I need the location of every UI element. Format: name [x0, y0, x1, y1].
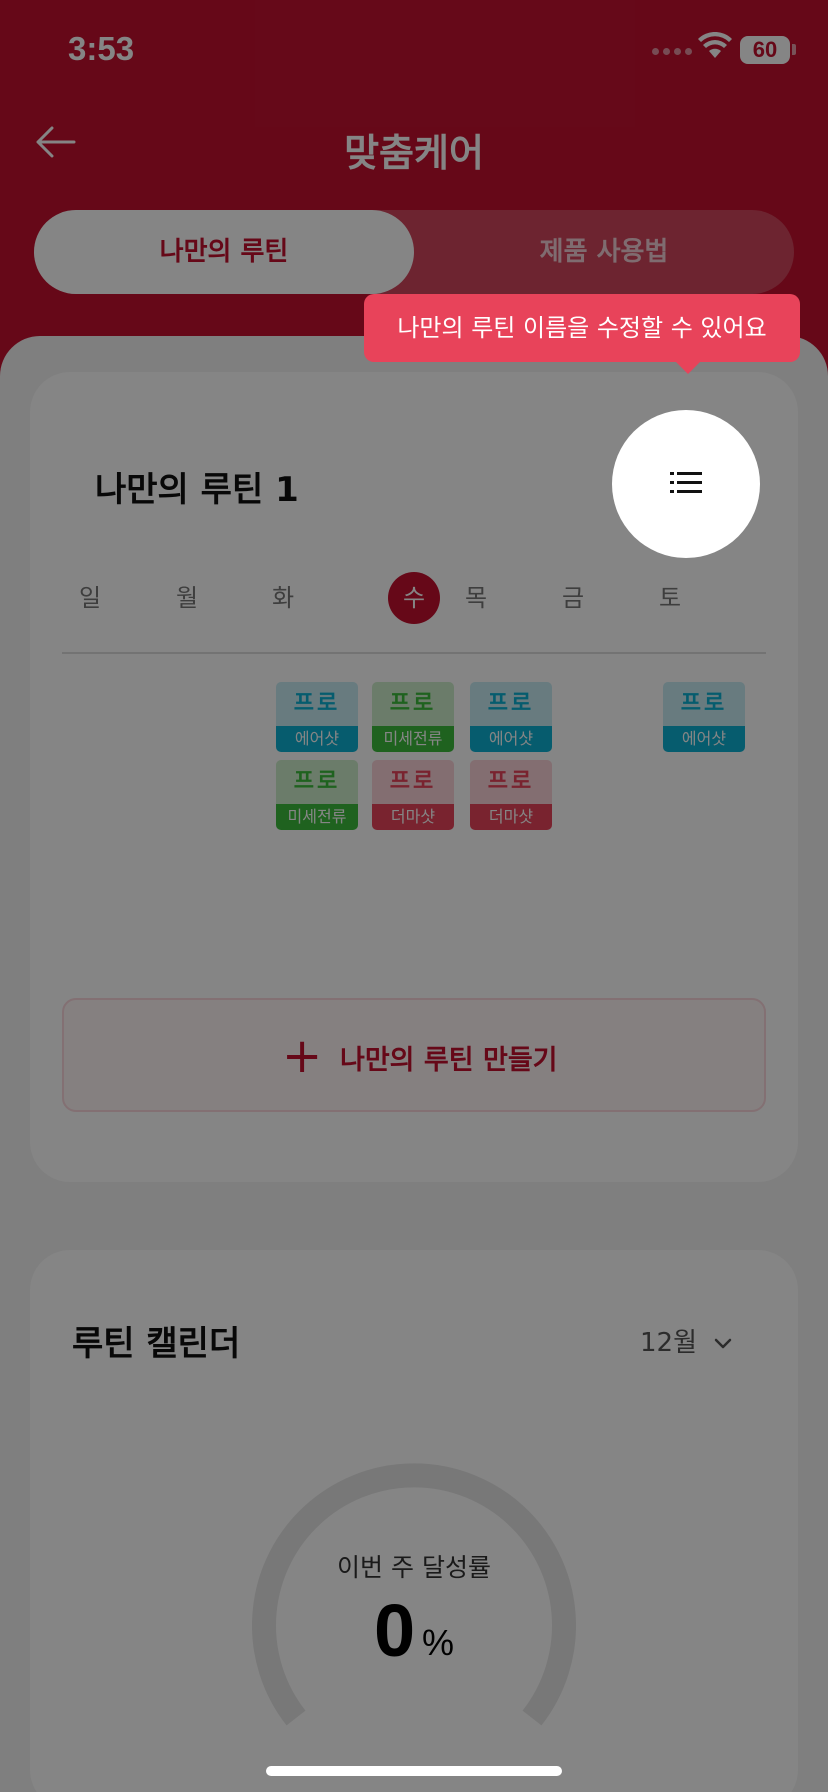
dim-overlay[interactable]: [0, 0, 828, 1792]
routine-menu-button[interactable]: [612, 410, 760, 558]
tooltip-arrow: [674, 360, 702, 374]
coach-tooltip: 나만의 루틴 이름을 수정할 수 있어요: [364, 294, 800, 362]
home-indicator[interactable]: [266, 1766, 562, 1776]
list-icon: [670, 472, 702, 493]
